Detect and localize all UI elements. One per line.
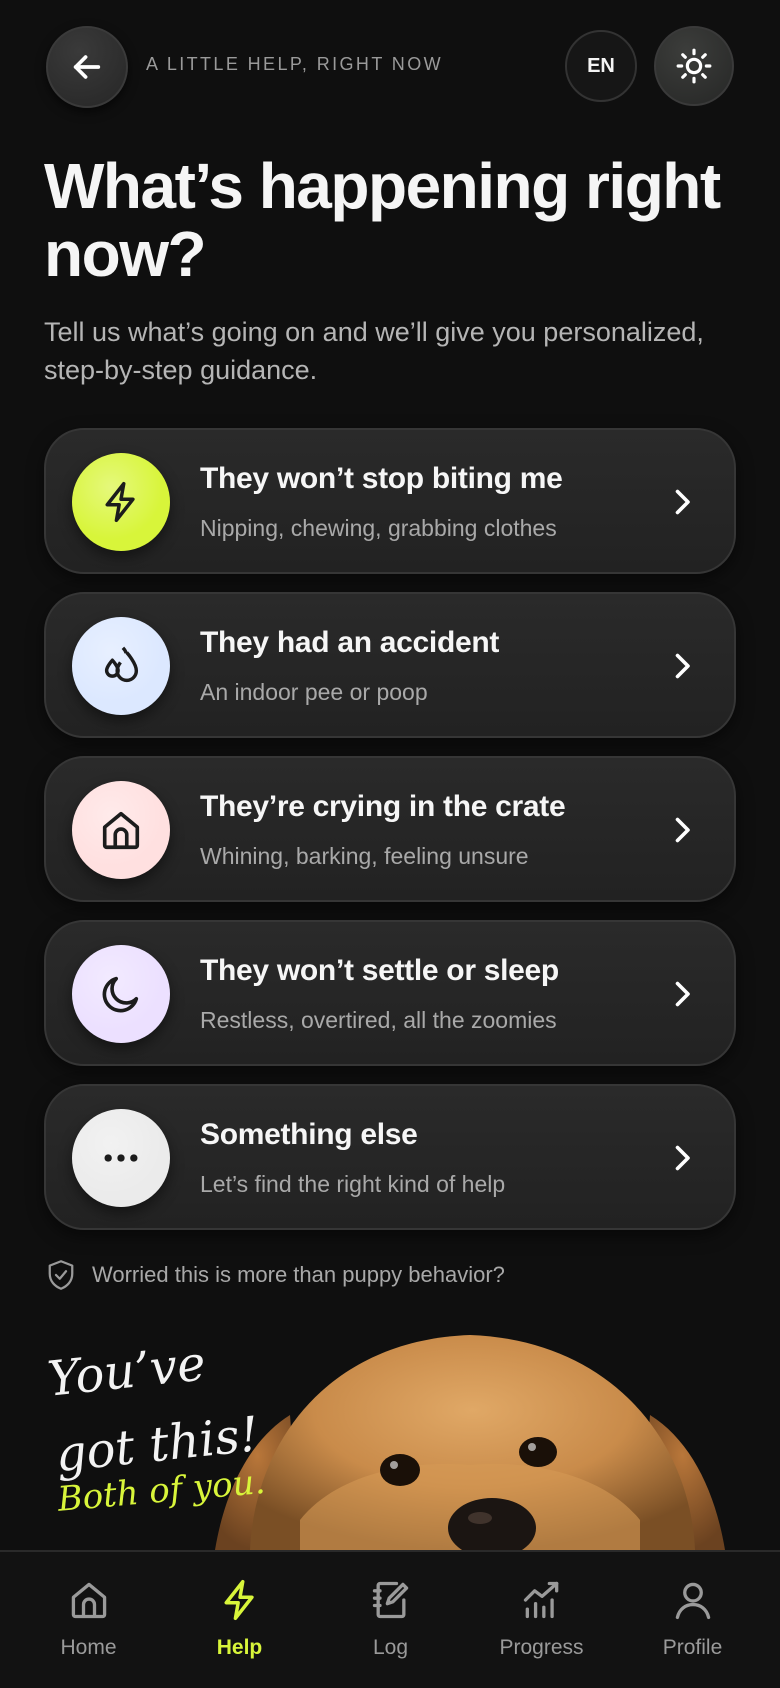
tab-label: Progress	[499, 1636, 584, 1659]
chevron-right-icon	[675, 1145, 690, 1171]
home-icon	[102, 811, 140, 850]
lightning-icon	[224, 1579, 254, 1621]
tab-label: Help	[216, 1636, 263, 1659]
tab-home[interactable]: Home	[13, 1552, 164, 1688]
droplets-icon	[104, 646, 139, 683]
option-subtitle: An indoor pee or poop	[200, 679, 428, 705]
home-icon	[71, 1582, 106, 1619]
notebook-icon	[372, 1581, 408, 1619]
page-subtitle: Tell us what’s going on and we’ll give y…	[44, 317, 704, 385]
tab-help[interactable]: Help	[164, 1552, 315, 1688]
tab-log[interactable]: Log	[315, 1552, 466, 1688]
tab-profile[interactable]: Profile	[617, 1552, 768, 1688]
option-subtitle: Restless, overtired, all the zoomies	[200, 1007, 557, 1033]
option-subtitle: Nipping, chewing, grabbing clothes	[200, 515, 557, 541]
chevron-right-icon	[675, 817, 690, 843]
tab-label: Home	[60, 1636, 117, 1659]
option-icon-badge	[72, 617, 170, 715]
option-title: Something else	[200, 1118, 418, 1151]
chevron-right-icon	[675, 653, 690, 679]
option-accident[interactable]: They had an accident An indoor pee or po…	[44, 592, 736, 738]
worried-link[interactable]: Worried this is more than puppy behavior…	[46, 1258, 505, 1292]
sun-icon	[676, 48, 712, 84]
user-icon	[675, 1582, 710, 1620]
arrow-left-icon	[73, 55, 101, 79]
chevron-right-icon	[675, 981, 690, 1007]
option-icon-badge	[72, 945, 170, 1043]
option-crate[interactable]: They’re crying in the crate Whining, bar…	[44, 756, 736, 902]
page-title: What’s happening right now?	[44, 150, 721, 290]
top-bar: A LITTLE HELP, RIGHT NOW EN	[0, 0, 780, 130]
chart-icon	[523, 1581, 558, 1619]
more-dots-icon	[104, 1154, 138, 1162]
theme-toggle-button[interactable]	[654, 26, 734, 106]
option-sleep[interactable]: They won’t settle or sleep Restless, ove…	[44, 920, 736, 1066]
option-icon-badge	[72, 781, 170, 879]
option-icon-badge	[72, 453, 170, 551]
hero-banner: You’ve got this! Both of you.	[0, 1320, 780, 1550]
tab-label: Log	[372, 1636, 409, 1659]
tab-label: Profile	[662, 1636, 723, 1659]
back-button[interactable]	[46, 26, 128, 108]
option-title: They won’t settle or sleep	[200, 954, 559, 987]
shield-check-icon	[48, 1260, 74, 1290]
option-icon-badge	[72, 1109, 170, 1207]
chevron-right-icon	[675, 489, 690, 515]
option-subtitle: Whining, barking, feeling unsure	[200, 843, 529, 869]
tab-progress[interactable]: Progress	[466, 1552, 617, 1688]
bottom-tab-bar: Home Help Log Progress Profile	[0, 1550, 780, 1688]
moon-icon	[102, 976, 139, 1013]
option-title: They won’t stop biting me	[200, 462, 563, 495]
option-biting[interactable]: They won’t stop biting me Nipping, chewi…	[44, 428, 736, 574]
language-button[interactable]: EN	[565, 30, 637, 102]
lightning-icon	[105, 481, 135, 523]
option-something-else[interactable]: Something else Let’s find the right kind…	[44, 1084, 736, 1230]
worried-text: Worried this is more than puppy behavior…	[92, 1262, 505, 1287]
option-title: They had an accident	[200, 626, 500, 659]
option-title: They’re crying in the crate	[200, 790, 566, 823]
option-subtitle: Let’s find the right kind of help	[200, 1171, 506, 1197]
eyebrow-text: A LITTLE HELP, RIGHT NOW	[146, 54, 443, 74]
options-list: They won’t stop biting me Nipping, chewi…	[44, 428, 736, 1248]
